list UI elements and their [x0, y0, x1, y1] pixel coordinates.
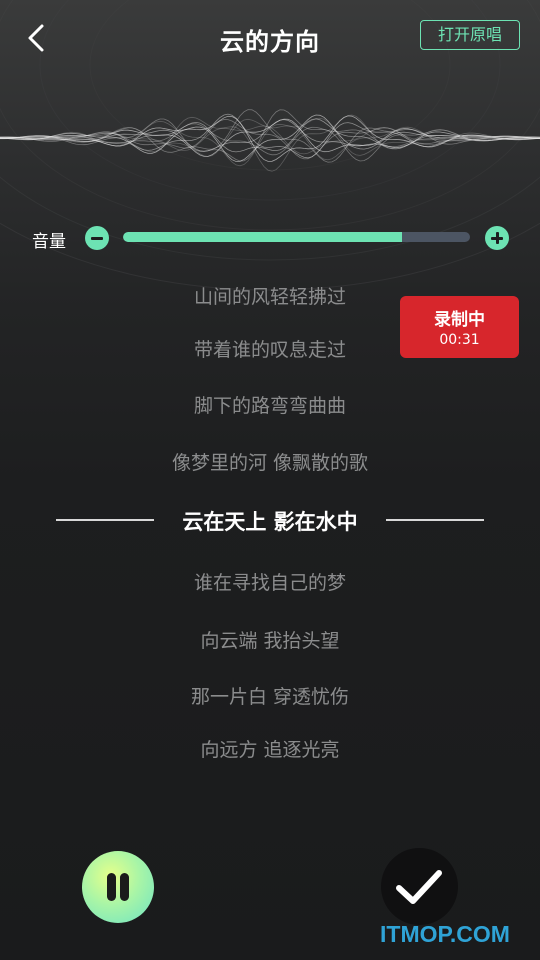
waveform-visual	[0, 109, 540, 172]
checkmark-icon	[396, 870, 442, 904]
pause-button[interactable]	[82, 851, 154, 923]
lyric-line: 向云端 我抬头望	[200, 630, 340, 652]
recording-status-badge: 录制中 00:31	[400, 296, 519, 358]
volume-slider[interactable]	[123, 232, 470, 242]
lyric-line: 向远方 追逐光亮	[200, 739, 340, 761]
recording-timer: 00:31	[439, 332, 480, 348]
current-line-divider-left	[56, 519, 154, 521]
lyric-line: 谁在寻找自己的梦	[193, 572, 346, 594]
watermark: ITMOP.COM	[380, 921, 510, 947]
current-lyric-line: 云在天上 影在水中	[182, 510, 358, 534]
volume-label: 音量	[32, 232, 66, 252]
volume-down-button[interactable]	[85, 226, 109, 250]
volume-control: 音量	[0, 220, 540, 256]
lyric-line: 那一片白 穿透忧伤	[190, 686, 350, 708]
finish-recording-button[interactable]	[381, 848, 458, 925]
volume-up-button[interactable]	[485, 226, 509, 250]
lyric-line: 脚下的路弯弯曲曲	[193, 395, 346, 417]
lyric-line: 像梦里的河 像飘散的歌	[171, 452, 369, 474]
volume-slider-fill	[123, 232, 402, 242]
open-original-button[interactable]: 打开原唱	[420, 20, 520, 50]
header-bar: 云的方向 打开原唱	[0, 0, 540, 78]
current-line-divider-right	[386, 519, 484, 521]
recording-status-label: 录制中	[434, 310, 485, 330]
recording-screen: 云的方向 打开原唱 音量 山间的风轻轻拂过 带着谁的叹息走过 脚下的路弯弯曲曲 像梦里…	[0, 0, 540, 960]
